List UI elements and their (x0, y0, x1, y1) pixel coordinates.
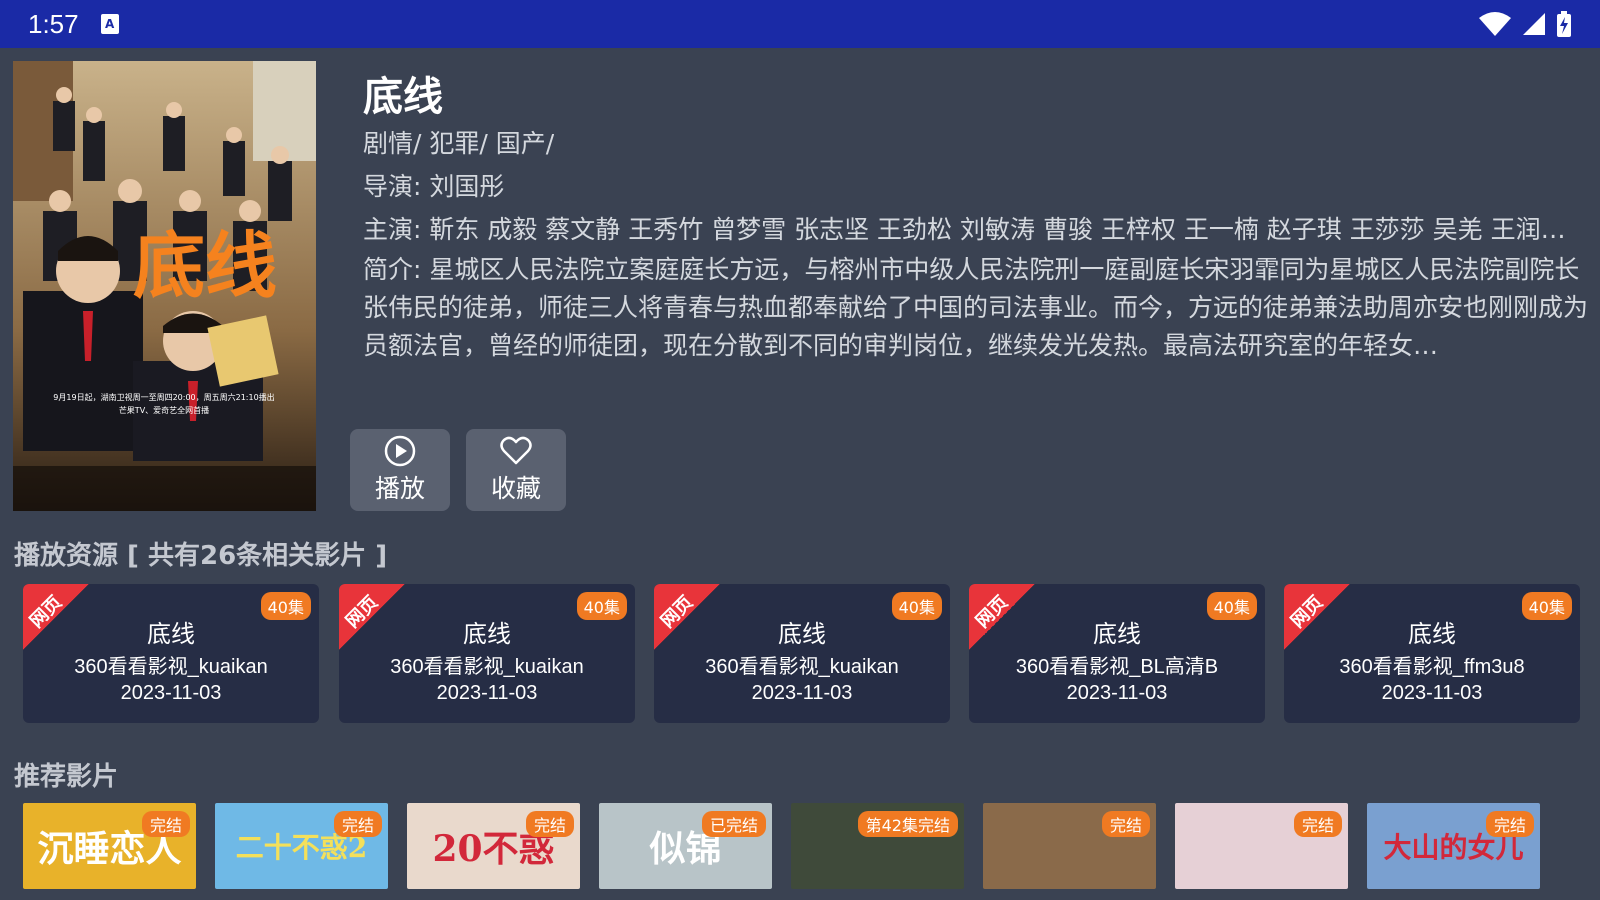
source-date: 2023-11-03 (751, 682, 853, 704)
battery-icon (1557, 11, 1571, 37)
source-date: 2023-11-03 (436, 682, 538, 704)
source-title: 底线 (147, 620, 195, 648)
movie-synopsis: 简介: 星城区人民法院立案庭庭长方远，与榕州市中级人民法院刑一庭副庭长宋羽霏同为… (363, 255, 1588, 360)
play-button[interactable]: 播放 (350, 429, 450, 511)
recommend-item[interactable]: 完结 (1175, 803, 1348, 889)
source-card[interactable]: 网页 40集 底线 360看看影视_ffm3u8 2023-11-03 (1284, 584, 1580, 723)
status-badge: 完结 (1293, 811, 1342, 837)
heart-icon (500, 436, 532, 465)
status-badge: 完结 (141, 811, 190, 837)
poster-caption: 9月19日起，湖南卫视周一至周四20:00，周五周六21:10播出 (53, 392, 274, 402)
source-date: 2023-11-03 (1066, 682, 1168, 704)
source-title: 底线 (1093, 620, 1141, 648)
status-badge: 完结 (1485, 811, 1534, 837)
notification-a-icon: A (100, 14, 119, 34)
status-badge: 完结 (333, 811, 382, 837)
wifi-icon (1479, 12, 1511, 36)
status-badge: 已完结 (701, 811, 766, 837)
recommend-item[interactable]: 大山的女儿 完结 (1367, 803, 1540, 889)
movie-director: 导演: 刘国彤 (363, 172, 505, 201)
source-date: 2023-11-03 (120, 682, 222, 704)
source-name: 360看看影视_BL高清B (1015, 656, 1219, 678)
source-card[interactable]: 网页 40集 底线 360看看影视_kuaikan 2023-11-03 (339, 584, 635, 723)
play-button-label: 播放 (374, 474, 425, 503)
movie-poster: 底线 9月19日起，湖南卫视周一至周四20:00，周五周六21:10播出 芒果T… (13, 61, 316, 511)
source-name: 360看看影视_kuaikan (74, 656, 268, 678)
poster-caption-2: 芒果TV、爱奇艺全网首播 (119, 405, 209, 415)
status-bar: 1:57 A (0, 0, 1600, 48)
source-name: 360看看影视_kuaikan (390, 656, 584, 678)
status-badge: 完结 (1101, 811, 1150, 837)
source-title: 底线 (463, 620, 511, 648)
recommend-item[interactable]: 似锦 已完结 (599, 803, 772, 889)
poster-title: 底线 (133, 223, 277, 308)
status-time: 1:57 (28, 8, 79, 39)
movie-title: 底线 (363, 74, 443, 120)
source-title: 底线 (1408, 620, 1456, 648)
favorite-button-label: 收藏 (490, 474, 541, 503)
source-title: 底线 (778, 620, 826, 648)
recommend-item[interactable]: 二十不惑2 完结 (215, 803, 388, 889)
source-card[interactable]: 网页 40集 底线 360看看影视_kuaikan 2023-11-03 (23, 584, 319, 723)
recommend-heading: 推荐影片 (14, 762, 119, 792)
signal-icon (1523, 13, 1545, 35)
source-name: 360看看影视_kuaikan (705, 656, 899, 678)
status-badge: 第42集完结 (857, 811, 958, 837)
favorite-button[interactable]: 收藏 (466, 429, 566, 511)
sources-heading: 播放资源 [ 共有26条相关影片 ] (14, 541, 388, 571)
recommend-item[interactable]: 沉睡恋人 完结 (23, 803, 196, 889)
source-card[interactable]: 网页 40集 底线 360看看影视_kuaikan 2023-11-03 (654, 584, 950, 723)
status-badge: 完结 (525, 811, 574, 837)
source-card[interactable]: 网页 40集 底线 360看看影视_BL高清B 2023-11-03 (969, 584, 1265, 723)
source-name: 360看看影视_ffm3u8 (1339, 656, 1525, 678)
recommend-item[interactable]: 20不惑 完结 (407, 803, 580, 889)
movie-genre: 剧情/ 犯罪/ 国产/ (363, 129, 555, 158)
recommend-item[interactable]: 完结 (983, 803, 1156, 889)
status-icons (1478, 11, 1572, 37)
source-date: 2023-11-03 (1381, 682, 1483, 704)
recommend-item[interactable]: 第42集完结 (791, 803, 964, 889)
play-circle-icon (384, 435, 416, 467)
movie-cast: 主演: 靳东 成毅 蔡文静 王秀竹 曾梦雪 张志坚 王劲松 刘敏涛 曹骏 王梓权… (363, 215, 1566, 244)
